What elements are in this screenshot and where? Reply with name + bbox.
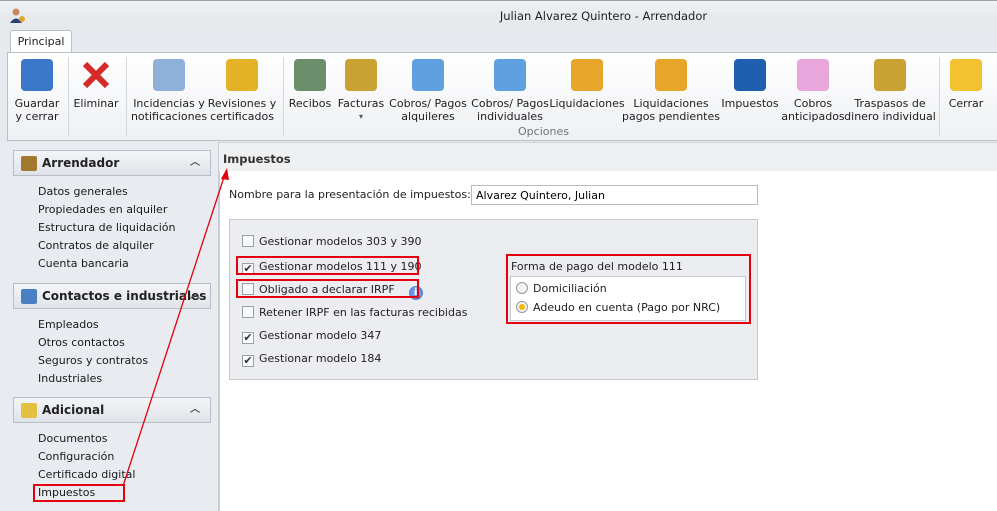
button-label: y cerrar (15, 110, 59, 123)
sidebar-item[interactable]: Industriales (38, 372, 102, 385)
content-panel: Impuestos Nombre para la presentación de… (219, 142, 997, 511)
button-label: certificados (210, 110, 274, 123)
checkbox[interactable] (242, 235, 254, 247)
sidebar-item[interactable]: Propiedades en alquiler (38, 203, 167, 216)
checkbox-item[interactable]: Retener IRPF en las facturas recibidas (242, 306, 467, 319)
panel-title: Contactos e industriales (42, 289, 207, 303)
checkbox-label: Gestionar modelo 184 (259, 352, 382, 365)
certificate-pending-icon (655, 59, 687, 91)
ribbon: Guardar y cerrar Eliminar Incidencias y noti… (7, 52, 997, 141)
sidebar-item[interactable]: Cuenta bancaria (38, 257, 129, 270)
folder-close-icon (950, 59, 982, 91)
panel-header-adicional[interactable]: Adicional ︿ (13, 397, 211, 423)
ribbon-group-label: Opciones (518, 125, 569, 138)
highlight-box (33, 484, 125, 502)
chevron-up-icon[interactable]: ︿ (190, 151, 200, 175)
certificate-icon (571, 59, 603, 91)
sidebar-item[interactable]: Otros contactos (38, 336, 125, 349)
tab-principal[interactable]: Principal (10, 30, 72, 53)
sidebar-item[interactable]: Configuración (38, 450, 114, 463)
payment-title: Forma de pago del modelo 111 (511, 260, 683, 273)
checkbox-item[interactable]: ✔ Gestionar modelo 184 (242, 352, 381, 367)
highlight-box (236, 256, 419, 275)
sidebar: Arrendador ︿ Datos generales Propiedades en… (0, 142, 219, 511)
bell-document-icon (226, 59, 258, 91)
name-label: Nombre para la presentación de impuestos… (229, 188, 471, 201)
panel-header-contactos[interactable]: Contactos e industriales ︿ (13, 283, 211, 309)
checkbox-item[interactable]: ✔ Gestionar modelo 347 (242, 329, 381, 344)
tax-name-input[interactable] (471, 185, 758, 205)
people-icon (21, 289, 37, 304)
tax-agency-icon (734, 59, 766, 91)
sidebar-item[interactable]: Certificado digital (38, 468, 135, 481)
calculator-person-icon (494, 59, 526, 91)
radio-adeudo[interactable]: Adeudo en cuenta (Pago por NRC) (516, 301, 720, 314)
piggy-bank-icon (797, 59, 829, 91)
chevron-up-icon[interactable]: ︿ (190, 284, 200, 308)
checkbox[interactable]: ✔ (242, 355, 254, 367)
sidebar-item[interactable]: Estructura de liquidación (38, 221, 175, 234)
chevron-up-icon[interactable]: ︿ (190, 398, 200, 422)
checkbox-item[interactable]: Gestionar modelos 303 y 390 (242, 235, 422, 248)
checkbox-label: Gestionar modelo 347 (259, 329, 382, 342)
button-label: dinero individual (844, 110, 936, 123)
radio-label: Domiciliación (533, 282, 607, 295)
invoice-coins-icon (345, 59, 377, 91)
panel-title: Arrendador (42, 156, 120, 170)
sidebar-item[interactable]: Contratos de alquiler (38, 239, 154, 252)
door-icon (21, 156, 37, 171)
money-transfer-icon (874, 59, 906, 91)
radio-button[interactable] (516, 282, 528, 294)
calculator-icon (412, 59, 444, 91)
sidebar-item[interactable]: Empleados (38, 318, 99, 331)
checkbox[interactable] (242, 306, 254, 318)
ribbon-button-cerrar[interactable]: Cerrar (916, 59, 997, 110)
sidebar-item[interactable]: Datos generales (38, 185, 128, 198)
sidebar-item[interactable]: Seguros y contratos (38, 354, 148, 367)
radio-domiciliacion[interactable]: Domiciliación (516, 282, 607, 295)
clipboard-check-icon (153, 59, 185, 91)
delete-x-icon (80, 59, 112, 91)
sidebar-item[interactable]: Documentos (38, 432, 107, 445)
title-bar: Julian Alvarez Quintero - Arrendador (0, 0, 997, 30)
checkbox-label: Retener IRPF en las facturas recibidas (259, 306, 468, 319)
button-label: individuales (477, 110, 543, 123)
button-label: pagos pendientes (622, 110, 720, 123)
window-title: Julian Alvarez Quintero - Arrendador (499, 9, 708, 23)
payment-radio-group: Domiciliación Adeudo en cuenta (Pago por… (510, 276, 746, 321)
checkbox[interactable]: ✔ (242, 332, 254, 344)
radio-button[interactable] (516, 301, 528, 313)
checkbox-label: Gestionar modelos 303 y 390 (259, 235, 422, 248)
radio-label: Adeudo en cuenta (Pago por NRC) (533, 301, 721, 314)
button-label: Cerrar (948, 97, 984, 110)
page-title: Impuestos (219, 142, 997, 171)
panel-header-arrendador[interactable]: Arrendador ︿ (13, 150, 211, 176)
highlight-box (236, 279, 419, 298)
tax-options-group: Gestionar modelos 303 y 390 ✔ Gestionar mo… (229, 219, 758, 380)
panel-title: Adicional (42, 403, 105, 417)
cylinder-icon (21, 403, 37, 418)
